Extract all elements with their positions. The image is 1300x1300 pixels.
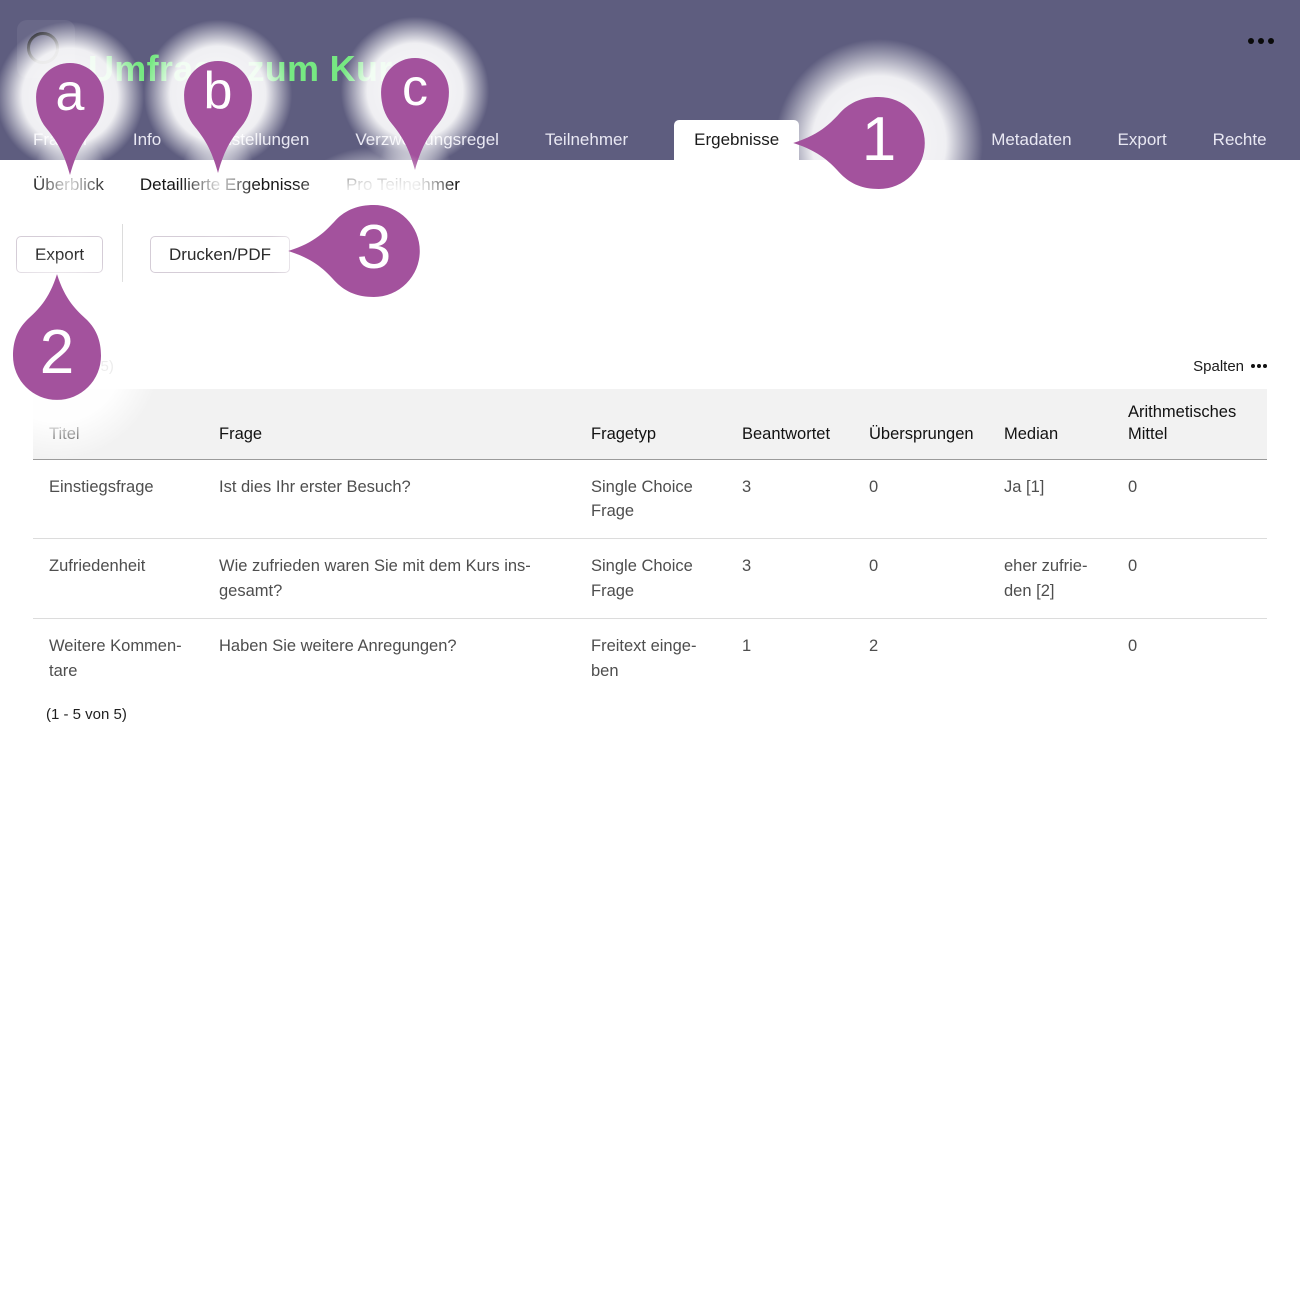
pin-icon	[288, 205, 420, 297]
tab-rechte[interactable]: Rechte	[1213, 120, 1267, 160]
more-actions-icon[interactable]	[1248, 38, 1274, 44]
cell-titel: Einstiegsfrage	[33, 459, 203, 539]
cell-beantwortet: 3	[726, 459, 853, 539]
tab-metadaten[interactable]: Metadaten	[991, 120, 1071, 160]
table-row: Weitere Kommen­tare Haben Sie weitere An…	[33, 619, 1267, 698]
columns-menu-icon	[1251, 364, 1267, 368]
cell-median	[988, 619, 1112, 698]
cell-frage: Ist dies Ihr erster Besuch?	[203, 459, 575, 539]
results-table: Titel Frage Fragetyp Beantwortet Überspr…	[33, 389, 1267, 698]
cell-beantwortet: 3	[726, 539, 853, 619]
marker-label: 2	[40, 317, 74, 388]
tab-export[interactable]: Export	[1118, 120, 1167, 160]
table-header-row: Titel Frage Fragetyp Beantwortet Überspr…	[33, 389, 1267, 459]
cell-mittel: 0	[1112, 539, 1267, 619]
tab-teilnehmer[interactable]: Teilnehmer	[545, 120, 628, 160]
cell-fragetyp: Single Choice Frage	[575, 539, 726, 619]
cell-mittel: 0	[1112, 619, 1267, 698]
cell-frage: Wie zufrieden waren Sie mit dem Kurs ins…	[203, 539, 575, 619]
columns-selector-button[interactable]: Spalten	[1193, 358, 1267, 375]
cell-median: Ja [1]	[988, 459, 1112, 539]
table-row: Einstiegsfrage Ist dies Ihr erster Besuc…	[33, 459, 1267, 539]
cell-fragetyp: Freitext einge­ben	[575, 619, 726, 698]
column-header-fragetyp: Fragetyp	[575, 389, 726, 459]
column-header-arithmetisches-mittel: Arithmetisches Mittel	[1112, 389, 1267, 459]
results-table-section: (1 - 5 von 5) Spalten Titel Frage Fraget…	[33, 356, 1267, 723]
cell-uebersprungen: 2	[853, 619, 988, 698]
cell-beantwortet: 1	[726, 619, 853, 698]
column-header-frage: Frage	[203, 389, 575, 459]
cell-titel: Zufriedenheit	[33, 539, 203, 619]
marker-label: 1	[862, 104, 896, 175]
marker-label: a	[56, 63, 85, 123]
table-meta-row: (1 - 5 von 5) Spalten	[33, 356, 1267, 376]
column-header-median: Median	[988, 389, 1112, 459]
cell-uebersprungen: 0	[853, 459, 988, 539]
cell-fragetyp: Single Choice Frage	[575, 459, 726, 539]
cell-median: eher zufrie­den [2]	[988, 539, 1112, 619]
column-header-beantwortet: Beantwortet	[726, 389, 853, 459]
marker-label: c	[402, 58, 428, 118]
cell-titel: Weitere Kommen­tare	[33, 619, 203, 698]
pin-icon	[793, 97, 925, 189]
marker-label: 3	[357, 212, 391, 283]
cell-frage: Haben Sie weitere Anregungen?	[203, 619, 575, 698]
column-header-uebersprungen: Übersprungen	[853, 389, 988, 459]
table-row: Zufriedenheit Wie zufrieden waren Sie mi…	[33, 539, 1267, 619]
cell-uebersprungen: 0	[853, 539, 988, 619]
pagination-bottom: (1 - 5 von 5)	[46, 706, 1267, 723]
marker-label: b	[204, 61, 233, 121]
columns-selector-label: Spalten	[1193, 358, 1244, 375]
cell-mittel: 0	[1112, 459, 1267, 539]
